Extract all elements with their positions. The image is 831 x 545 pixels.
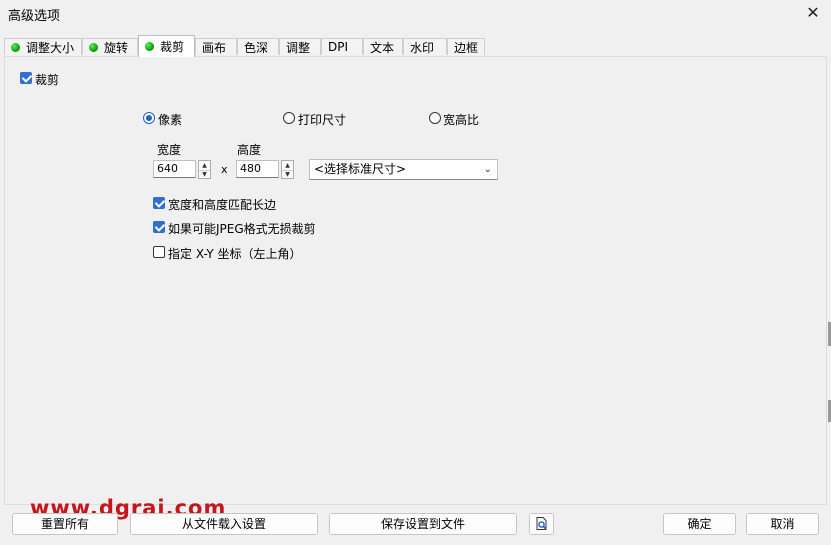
width-input[interactable]: 640	[153, 160, 196, 178]
crop-enable-checkbox[interactable]	[20, 72, 32, 84]
height-stepper[interactable]: ▲ ▼	[281, 160, 294, 179]
mode-pixels-label: 像素	[158, 113, 183, 127]
crop-enable-label: 裁剪	[35, 73, 60, 87]
tab-rotate[interactable]: 旋转	[82, 38, 138, 55]
preview-button[interactable]	[529, 513, 554, 535]
tab-label: 文本	[370, 40, 395, 55]
status-indicator-icon	[89, 42, 98, 52]
match-long-side-label: 宽度和高度匹配长边	[168, 198, 277, 212]
specify-xy-label: 指定 X-Y 坐标（左上角）	[168, 247, 302, 261]
tab-label: 边框	[454, 40, 479, 55]
crop-panel	[4, 56, 827, 505]
tab-label: 调整大小	[26, 40, 75, 55]
tab-label: 画布	[202, 40, 227, 55]
decrement-icon[interactable]: ▼	[199, 170, 210, 179]
tab-dpi[interactable]: DPI	[321, 38, 363, 55]
tab-label: 调整	[286, 40, 311, 55]
ok-button[interactable]: 确定	[663, 513, 736, 535]
match-long-side-checkbox[interactable]	[153, 197, 165, 209]
close-icon[interactable]: ✕	[803, 3, 823, 23]
load-settings-button[interactable]: 从文件载入设置	[130, 513, 318, 535]
tab-text[interactable]: 文本	[363, 38, 403, 55]
tab-label: DPI	[328, 40, 349, 54]
tab-label: 水印	[410, 40, 435, 55]
decrement-icon[interactable]: ▼	[282, 170, 293, 179]
window-title: 高级选项	[8, 9, 61, 24]
lossless-jpeg-crop-label: 如果可能JPEG格式无损裁剪	[168, 222, 316, 236]
tab-crop[interactable]: 裁剪	[138, 35, 195, 57]
tab-label: 裁剪	[160, 40, 185, 54]
tab-adjust[interactable]: 调整	[279, 38, 321, 55]
dimension-separator: x	[221, 163, 228, 176]
cancel-button[interactable]: 取消	[746, 513, 819, 535]
tab-watermark[interactable]: 水印	[403, 38, 447, 55]
title-bar	[0, 0, 831, 28]
status-indicator-icon	[11, 42, 20, 52]
mode-print-size-label: 打印尺寸	[298, 113, 347, 127]
tab-resize[interactable]: 调整大小	[4, 38, 82, 55]
height-input[interactable]: 480	[236, 160, 279, 178]
width-stepper[interactable]: ▲ ▼	[198, 160, 211, 179]
mode-print-size-radio[interactable]	[283, 112, 295, 124]
standard-size-select[interactable]: <选择标准尺寸> ⌄	[309, 159, 498, 180]
preview-icon	[536, 517, 547, 530]
tab-color-depth[interactable]: 色深	[237, 38, 279, 55]
save-settings-button[interactable]: 保存设置到文件	[329, 513, 517, 535]
mode-aspect-ratio-radio[interactable]	[429, 112, 441, 124]
lossless-jpeg-crop-checkbox[interactable]	[153, 221, 165, 233]
mode-pixels-radio[interactable]	[143, 112, 155, 124]
reset-all-button[interactable]: 重置所有	[12, 513, 118, 535]
chevron-down-icon: ⌄	[483, 164, 492, 175]
mode-aspect-ratio-label: 宽高比	[443, 113, 480, 127]
tab-border[interactable]: 边框	[447, 38, 485, 55]
standard-size-value: <选择标准尺寸>	[314, 162, 407, 176]
specify-xy-checkbox[interactable]	[153, 246, 165, 258]
tab-label: 旋转	[104, 40, 129, 55]
status-indicator-icon	[145, 42, 154, 51]
width-label: 宽度	[157, 143, 182, 157]
tab-label: 色深	[244, 40, 269, 55]
tab-canvas[interactable]: 画布	[195, 38, 237, 55]
height-label: 高度	[237, 143, 262, 157]
